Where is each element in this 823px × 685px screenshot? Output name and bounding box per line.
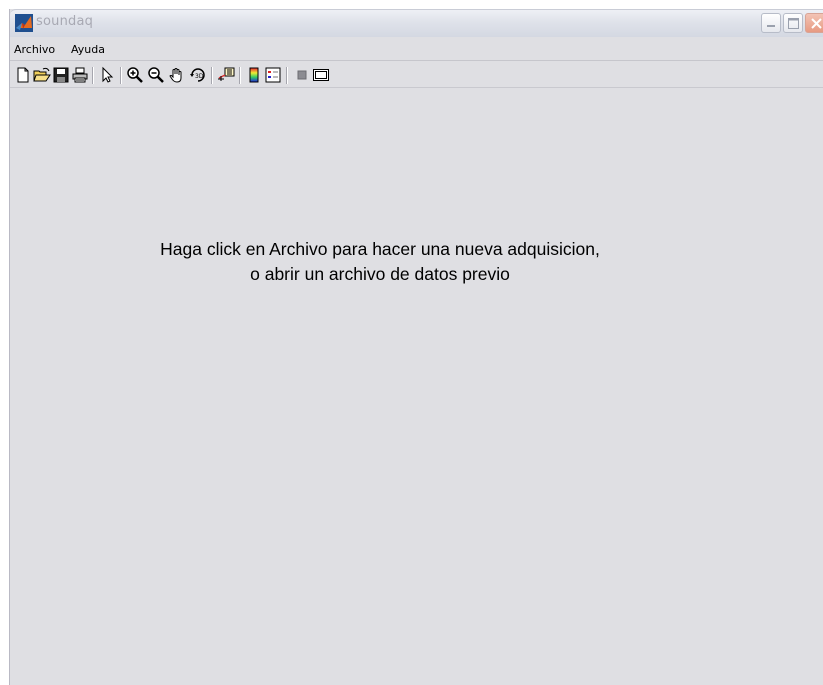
data-cursor-icon[interactable] [217,66,235,84]
toolbar-divider-line [10,87,823,88]
title-bar[interactable]: soundaq [10,9,823,37]
menubar-divider [10,60,823,61]
new-figure-icon[interactable] [14,66,32,84]
instruction-line-2: o abrir un archivo de datos previo [250,264,510,284]
svg-text:3D: 3D [195,73,204,80]
minimize-button[interactable] [761,13,781,33]
matlab-logo-icon [15,14,33,32]
toolbar-divider [92,67,94,84]
close-button[interactable] [805,13,823,33]
close-icon [811,18,822,29]
show-plot-tools-icon[interactable] [312,66,330,84]
zoom-out-icon[interactable] [147,66,165,84]
window-title: soundaq [36,14,94,29]
maximize-icon [788,18,799,29]
open-file-icon[interactable] [33,66,51,84]
instruction-message: Haga click en Archivo para hacer una nue… [70,237,690,287]
print-icon[interactable] [71,66,89,84]
toolbar-divider [286,67,288,84]
minimize-icon [767,25,775,27]
instruction-line-1: Haga click en Archivo para hacer una nue… [160,239,600,259]
zoom-in-icon[interactable] [126,66,144,84]
figure-window: soundaq Archivo Ayuda 3D Haga click en A… [9,9,823,685]
menu-ayuda[interactable]: Ayuda [69,43,107,56]
rotate-3d-icon[interactable]: 3D [189,66,207,84]
maximize-button[interactable] [783,13,803,33]
toolbar-divider [211,67,213,84]
edit-plot-arrow-icon[interactable] [98,66,116,84]
legend-icon[interactable] [264,66,282,84]
colorbar-icon[interactable] [245,66,263,84]
toolbar-divider [120,67,122,84]
save-icon[interactable] [52,66,70,84]
figure-toolbar: 3D [10,63,823,87]
menu-archivo[interactable]: Archivo [12,43,57,56]
toolbar-divider [239,67,241,84]
pan-hand-icon[interactable] [168,66,186,84]
menu-bar: Archivo Ayuda [10,41,823,60]
hide-plot-tools-icon[interactable] [293,66,311,84]
